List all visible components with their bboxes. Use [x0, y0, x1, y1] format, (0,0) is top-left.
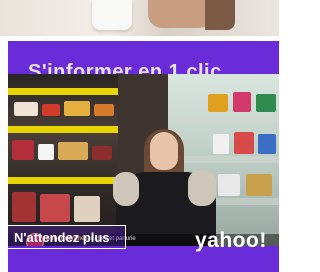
shelf-band: [8, 177, 118, 184]
yahoo-logo[interactable]: yahoo!: [195, 229, 267, 253]
product-box: [92, 146, 112, 160]
product-box: [74, 196, 100, 222]
woman-face: [150, 132, 178, 170]
product-box: [38, 144, 54, 160]
product-box: [12, 140, 34, 160]
fur-collar-right: [188, 170, 216, 206]
product-box: [14, 102, 38, 116]
product-box: [12, 192, 36, 222]
shelf-band: [8, 88, 118, 95]
product-box: [213, 134, 229, 154]
fur-collar-left: [113, 172, 139, 206]
shelf-band: [168, 114, 279, 121]
product-box: [40, 194, 70, 222]
product-box: [42, 104, 60, 116]
cup-shape: [92, 0, 132, 30]
product-box: [208, 94, 228, 112]
sleeve-shape: [205, 0, 235, 30]
product-box: [256, 94, 276, 112]
product-box: [94, 104, 114, 116]
shelf-band: [168, 156, 279, 163]
product-box: [234, 132, 254, 154]
cta-button[interactable]: N'attendez plus: [8, 225, 126, 249]
product-box: [246, 174, 272, 196]
shelf-band: [8, 126, 118, 133]
article-thumbnail[interactable]: [0, 0, 279, 36]
product-box: [258, 134, 276, 154]
product-box: [58, 142, 88, 160]
product-box: [233, 92, 251, 112]
product-box: [64, 101, 90, 116]
product-box: [218, 174, 240, 196]
yahoo-video-ad[interactable]: S'informer en 1 clic Supermarchés Echec …: [8, 41, 279, 272]
